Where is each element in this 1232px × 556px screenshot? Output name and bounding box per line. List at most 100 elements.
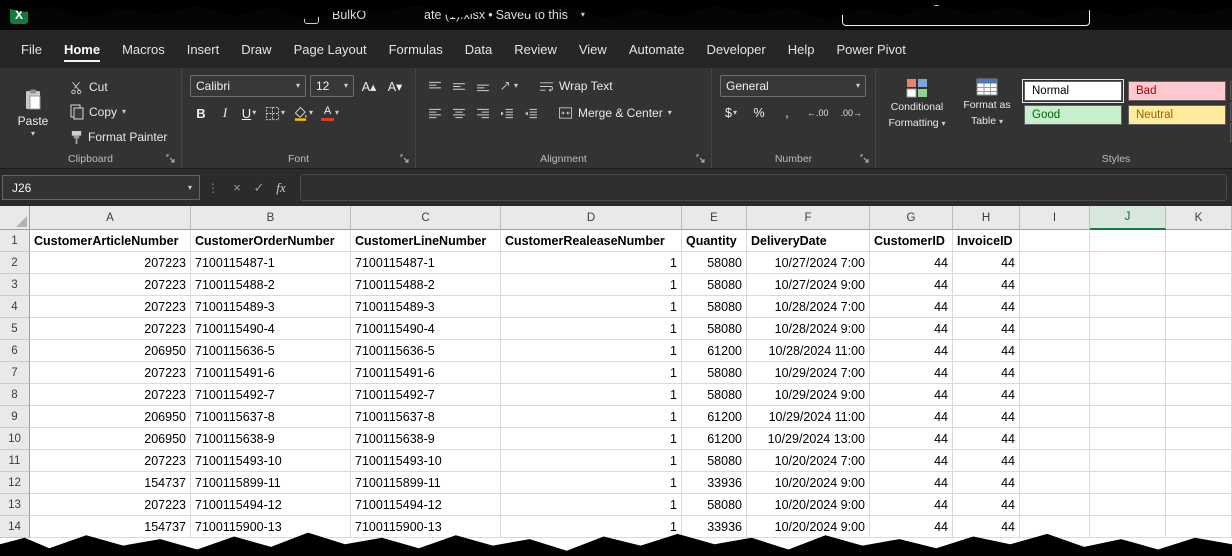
cell-H9[interactable]: 44 — [953, 406, 1020, 428]
cell-A4[interactable]: 207223 — [30, 296, 191, 318]
cell-F5[interactable]: 10/28/2024 9:00 — [747, 318, 870, 340]
cell-J12[interactable] — [1090, 472, 1166, 494]
align-left-button[interactable] — [424, 102, 446, 124]
row-header-10[interactable]: 10 — [0, 428, 30, 450]
cell-C13[interactable]: 7100115494-12 — [351, 494, 501, 516]
cell-D8[interactable]: 1 — [501, 384, 682, 406]
cut-button[interactable]: Cut — [66, 76, 171, 98]
format-as-table-button[interactable]: Format as Table ▾ — [954, 75, 1020, 142]
cell-J9[interactable] — [1090, 406, 1166, 428]
cell-C14[interactable]: 7100115900-13 — [351, 516, 501, 538]
cell-C4[interactable]: 7100115489-3 — [351, 296, 501, 318]
cell-I8[interactable] — [1020, 384, 1090, 406]
bold-button[interactable]: B — [190, 102, 212, 124]
cell-G8[interactable]: 44 — [870, 384, 953, 406]
cell-A8[interactable]: 207223 — [30, 384, 191, 406]
cell-K2[interactable] — [1166, 252, 1232, 274]
cell-style-bad[interactable]: Bad — [1128, 81, 1226, 101]
tab-file[interactable]: File — [10, 30, 53, 68]
cell-K9[interactable] — [1166, 406, 1232, 428]
cell-C11[interactable]: 7100115493-10 — [351, 450, 501, 472]
cell-I4[interactable] — [1020, 296, 1090, 318]
font-color-button[interactable]: A ▾ — [318, 102, 342, 124]
bottom-align-button[interactable] — [472, 75, 494, 97]
cell-C10[interactable]: 7100115638-9 — [351, 428, 501, 450]
decrease-font-size-button[interactable]: A▾ — [384, 75, 406, 97]
cell-A9[interactable]: 206950 — [30, 406, 191, 428]
merge-center-button[interactable]: Merge & Center ▾ — [554, 102, 676, 124]
cell-K14[interactable] — [1166, 516, 1232, 538]
fill-color-button[interactable]: ▾ — [290, 102, 316, 124]
cell-F6[interactable]: 10/28/2024 11:00 — [747, 340, 870, 362]
column-header-B[interactable]: B — [191, 206, 351, 230]
cell-B5[interactable]: 7100115490-4 — [191, 318, 351, 340]
cell-E3[interactable]: 58080 — [682, 274, 747, 296]
cell-C6[interactable]: 7100115636-5 — [351, 340, 501, 362]
cell-A1[interactable]: CustomerArticleNumber — [30, 230, 191, 252]
cell-C8[interactable]: 7100115492-7 — [351, 384, 501, 406]
row-header-8[interactable]: 8 — [0, 384, 30, 406]
increase-indent-button[interactable] — [520, 102, 542, 124]
cell-K3[interactable] — [1166, 274, 1232, 296]
cell-H6[interactable]: 44 — [953, 340, 1020, 362]
cell-H11[interactable]: 44 — [953, 450, 1020, 472]
row-header-7[interactable]: 7 — [0, 362, 30, 384]
cell-I6[interactable] — [1020, 340, 1090, 362]
tab-draw[interactable]: Draw — [230, 30, 282, 68]
cell-K5[interactable] — [1166, 318, 1232, 340]
cell-A10[interactable]: 206950 — [30, 428, 191, 450]
cell-G7[interactable]: 44 — [870, 362, 953, 384]
borders-button[interactable]: ▾ — [262, 102, 288, 124]
cell-B8[interactable]: 7100115492-7 — [191, 384, 351, 406]
cell-E7[interactable]: 58080 — [682, 362, 747, 384]
cell-G5[interactable]: 44 — [870, 318, 953, 340]
cell-E12[interactable]: 33936 — [682, 472, 747, 494]
cell-B13[interactable]: 7100115494-12 — [191, 494, 351, 516]
cell-I3[interactable] — [1020, 274, 1090, 296]
cell-I11[interactable] — [1020, 450, 1090, 472]
cell-H1[interactable]: InvoiceID — [953, 230, 1020, 252]
align-right-button[interactable] — [472, 102, 494, 124]
cell-D12[interactable]: 1 — [501, 472, 682, 494]
cell-K11[interactable] — [1166, 450, 1232, 472]
cell-D11[interactable]: 1 — [501, 450, 682, 472]
cell-F2[interactable]: 10/27/2024 7:00 — [747, 252, 870, 274]
cell-F8[interactable]: 10/29/2024 9:00 — [747, 384, 870, 406]
row-header-5[interactable]: 5 — [0, 318, 30, 340]
conditional-formatting-button[interactable]: Conditional Formatting ▾ — [884, 75, 950, 142]
row-header-9[interactable]: 9 — [0, 406, 30, 428]
cell-J13[interactable] — [1090, 494, 1166, 516]
cell-K10[interactable] — [1166, 428, 1232, 450]
cell-J8[interactable] — [1090, 384, 1166, 406]
cell-A11[interactable]: 207223 — [30, 450, 191, 472]
row-header-12[interactable]: 12 — [0, 472, 30, 494]
cell-J3[interactable] — [1090, 274, 1166, 296]
increase-font-size-button[interactable]: A▴ — [358, 75, 380, 97]
cell-G3[interactable]: 44 — [870, 274, 953, 296]
cell-style-neutral[interactable]: Neutral — [1128, 105, 1226, 125]
cell-E10[interactable]: 61200 — [682, 428, 747, 450]
insert-function-button[interactable]: fx — [270, 180, 292, 196]
cell-style-good[interactable]: Good — [1024, 105, 1122, 125]
row-header-1[interactable]: 1 — [0, 230, 30, 252]
cell-J2[interactable] — [1090, 252, 1166, 274]
cell-G12[interactable]: 44 — [870, 472, 953, 494]
cell-H5[interactable]: 44 — [953, 318, 1020, 340]
cell-K1[interactable] — [1166, 230, 1232, 252]
cell-B3[interactable]: 7100115488-2 — [191, 274, 351, 296]
cell-I10[interactable] — [1020, 428, 1090, 450]
cell-J14[interactable] — [1090, 516, 1166, 538]
cell-K6[interactable] — [1166, 340, 1232, 362]
column-header-E[interactable]: E — [682, 206, 747, 230]
cell-B2[interactable]: 7100115487-1 — [191, 252, 351, 274]
cell-B4[interactable]: 7100115489-3 — [191, 296, 351, 318]
cell-B1[interactable]: CustomerOrderNumber — [191, 230, 351, 252]
cell-I2[interactable] — [1020, 252, 1090, 274]
cell-D14[interactable]: 1 — [501, 516, 682, 538]
cell-K4[interactable] — [1166, 296, 1232, 318]
row-header-13[interactable]: 13 — [0, 494, 30, 516]
middle-align-button[interactable] — [448, 75, 470, 97]
enter-button[interactable]: ✓ — [248, 180, 270, 196]
top-align-button[interactable] — [424, 75, 446, 97]
cell-G6[interactable]: 44 — [870, 340, 953, 362]
